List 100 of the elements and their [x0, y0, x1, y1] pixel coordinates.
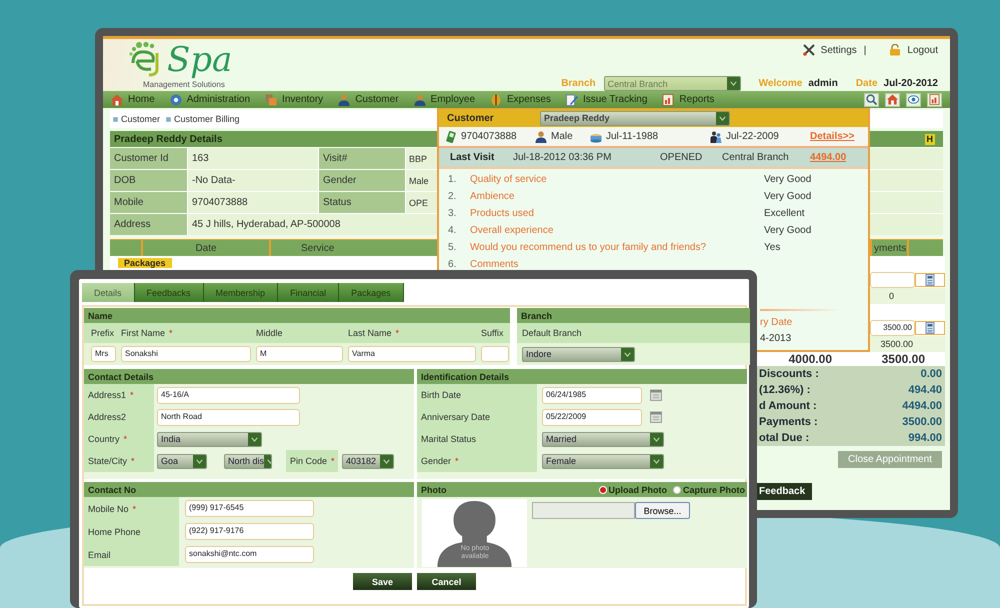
summary-value: 4494.00 [902, 400, 942, 412]
total-amount: 3500.00 [882, 352, 925, 366]
input-field[interactable]: (999) 917-6545 [185, 500, 314, 517]
dropdown[interactable]: 403182 [342, 454, 394, 468]
cancel-button[interactable]: Cancel [417, 573, 476, 590]
input-field[interactable]: 45-16/A [157, 386, 300, 404]
caret-icon [621, 348, 634, 360]
calendar-icon[interactable] [650, 389, 662, 401]
menu-item[interactable]: Reports [662, 94, 714, 106]
radio-button[interactable] [673, 486, 681, 494]
required-mark: * [455, 456, 459, 466]
menu-item[interactable]: Inventory [265, 94, 324, 106]
field-label: Gender [319, 170, 405, 191]
input-field[interactable]: sonakshi@ntc.com [185, 546, 314, 563]
field-label: Gender [421, 456, 452, 466]
menu-item[interactable]: Administration [170, 94, 250, 106]
feedback-answer: Very Good [764, 191, 812, 202]
summary-value: 494.40 [907, 384, 942, 396]
branch-label: Branch [561, 78, 596, 89]
settings-link[interactable]: Settings [802, 44, 857, 56]
required-mark: * [124, 434, 128, 444]
field-label: Home Phone [88, 526, 141, 536]
visit-time: Jul-18-2012 03:36 PM [513, 152, 612, 163]
field-label: Last Name [348, 328, 392, 338]
customer-dropdown[interactable]: Pradeep Reddy [540, 110, 730, 126]
visit-status: OPENED [660, 152, 704, 163]
breadcrumb-link[interactable]: Customer Billing [165, 114, 240, 124]
home-icon [111, 94, 123, 106]
dropdown[interactable]: North dis [224, 454, 272, 468]
section-tab[interactable]: Packages [118, 258, 172, 268]
toolbar-button[interactable] [906, 92, 921, 106]
menu-item[interactable]: Customer [338, 94, 399, 106]
feedback-button[interactable]: Feedback [755, 483, 812, 500]
dropdown[interactable]: India [157, 432, 262, 446]
input-field[interactable]: 05/22/2009 [542, 408, 642, 426]
dropdown[interactable]: Married [542, 432, 664, 446]
caret-icon [716, 112, 729, 124]
toolbar-button[interactable] [864, 92, 879, 106]
input-field[interactable]: Varma [348, 346, 476, 362]
input-field[interactable]: 06/24/1985 [542, 386, 642, 404]
required-mark: * [396, 328, 400, 338]
menu-item[interactable]: Employee [414, 94, 476, 106]
save-button[interactable]: Save [353, 573, 412, 590]
input-field[interactable]: Mrs [91, 346, 116, 362]
input-field[interactable] [481, 346, 509, 362]
caret-icon [248, 432, 261, 446]
phone-number: 9704073888 [461, 131, 517, 142]
input-field[interactable]: (922) 917-9176 [185, 523, 314, 540]
field-label: Mobile [110, 192, 187, 213]
dropdown[interactable]: Goa [157, 454, 207, 468]
visit-branch: Central Branch [722, 152, 790, 163]
menu-item[interactable]: Home [111, 94, 155, 106]
field-label: Address2 [88, 412, 126, 422]
required-mark: * [331, 456, 335, 466]
dropdown[interactable]: Female [542, 454, 664, 468]
radio-option[interactable]: Upload Photo [598, 484, 667, 494]
logo-text: Spa [167, 41, 232, 79]
field-value: 9704073888 [188, 192, 318, 213]
dropdown[interactable]: Indore [522, 346, 635, 362]
amount-field[interactable]: 3500.00 [870, 320, 915, 336]
field-label: Pin Code [290, 456, 328, 466]
summary-label: (12.36%) : [759, 384, 812, 396]
pencil-icon [566, 94, 578, 106]
logout-link[interactable]: Logout [889, 44, 938, 56]
couple-icon [710, 130, 722, 142]
feedback-question: Ambience [470, 191, 516, 202]
toolbar-button[interactable] [927, 92, 942, 106]
calendar-icon[interactable] [650, 411, 662, 423]
input-field[interactable]: M [256, 346, 343, 362]
summary-label: Discounts : [759, 368, 820, 380]
tab[interactable]: Details [82, 283, 135, 302]
feedback-answer: Very Good [764, 225, 812, 236]
person-icon [414, 94, 426, 106]
menu-item[interactable]: Expenses [490, 94, 551, 106]
field-label: Status [319, 192, 405, 213]
breadcrumb-link[interactable]: Customer [112, 114, 160, 124]
caret-icon [193, 454, 206, 468]
column-header: Service [300, 242, 336, 256]
search-icon [866, 94, 877, 105]
toolbar-button[interactable] [885, 92, 900, 106]
field-label: DOB [110, 170, 187, 191]
date-label: Date [856, 78, 878, 89]
browse-button[interactable]: Browse... [635, 502, 690, 519]
input-field[interactable]: North Road [157, 408, 300, 426]
file-field[interactable] [532, 502, 635, 519]
coin-icon [490, 94, 502, 106]
calculator-icon[interactable] [924, 322, 936, 334]
amount-field[interactable] [870, 272, 915, 288]
menu-item[interactable]: Issue Tracking [566, 94, 648, 106]
bullet-icon [165, 116, 172, 122]
required-mark: * [131, 456, 135, 466]
radio-option[interactable]: Capture Photo [673, 484, 745, 494]
required-mark: * [169, 328, 173, 338]
required-mark: * [132, 504, 136, 514]
user-name: admin [808, 78, 838, 89]
feedback-question: Quality of service [470, 174, 548, 185]
field-label: Default Branch [521, 328, 582, 338]
input-field[interactable]: Sonakshi [121, 346, 251, 362]
boxes-icon [265, 94, 278, 106]
calculator-icon[interactable] [924, 274, 936, 286]
